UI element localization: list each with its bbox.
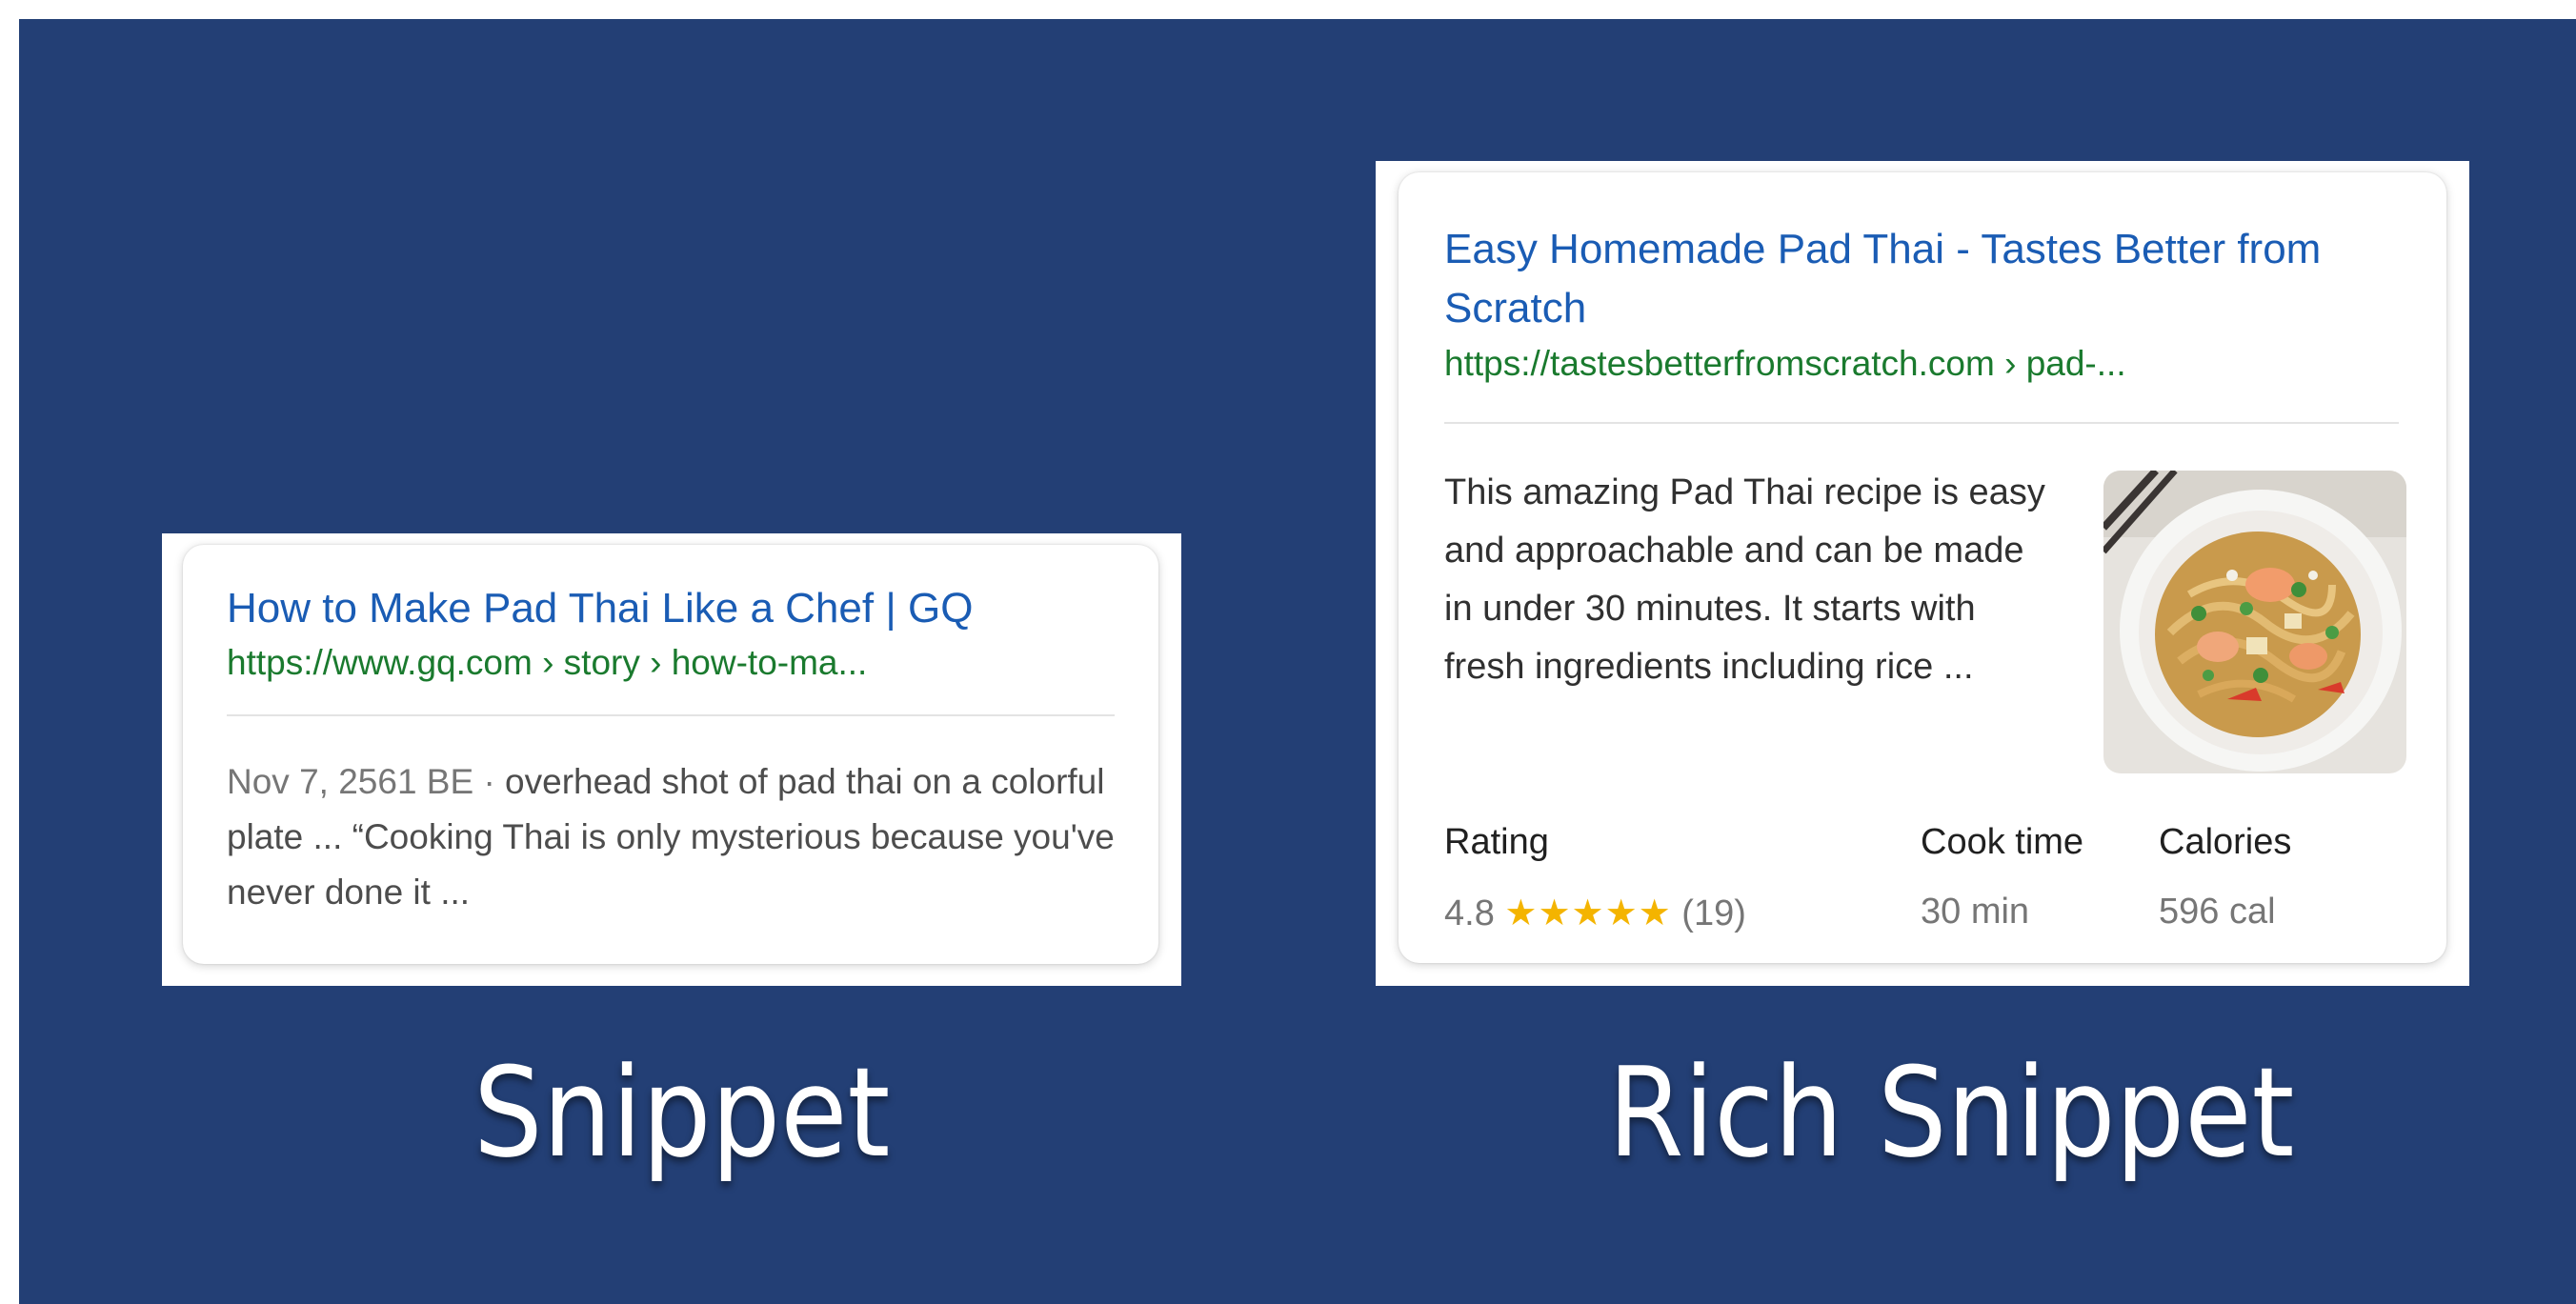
calories-value: 596 cal	[2159, 892, 2276, 932]
star-rating-icon: ★★★★★	[1504, 893, 1672, 933]
snippet-caption: Snippet	[473, 1040, 891, 1185]
snippet-frame: How to Make Pad Thai Like a Chef | GQ ht…	[162, 533, 1181, 986]
rating-value: 4.8 ★★★★★ (19)	[1444, 892, 1746, 934]
result-date: Nov 7, 2561 BE ·	[227, 762, 506, 801]
review-count: (19)	[1681, 893, 1746, 933]
result-url[interactable]: https://www.gq.com › story › how-to-ma..…	[227, 643, 867, 683]
rating-label: Rating	[1444, 822, 1549, 862]
result-url[interactable]: https://tastesbetterfromscratch.com › pa…	[1444, 344, 2126, 384]
result-description: Nov 7, 2561 BE · overhead shot of pad th…	[227, 754, 1122, 920]
calories-label: Calories	[2159, 822, 2292, 862]
rich-snippet-card: Easy Homemade Pad Thai - Tastes Better f…	[1399, 172, 2446, 963]
cook-time-label: Cook time	[1921, 822, 2084, 862]
snippet-card: How to Make Pad Thai Like a Chef | GQ ht…	[183, 545, 1158, 964]
result-title-link[interactable]: How to Make Pad Thai Like a Chef | GQ	[227, 585, 973, 632]
pad-thai-photo-icon[interactable]	[2103, 471, 2406, 773]
page-background: How to Make Pad Thai Like a Chef | GQ ht…	[19, 19, 2576, 1304]
rich-snippet-frame: Easy Homemade Pad Thai - Tastes Better f…	[1376, 161, 2469, 986]
rating-number: 4.8	[1444, 893, 1495, 933]
result-description: This amazing Pad Thai recipe is easy and…	[1444, 472, 2045, 687]
cook-time-value: 30 min	[1921, 892, 2030, 932]
divider	[227, 714, 1115, 716]
rich-snippet-caption: Rich Snippet	[1608, 1040, 2295, 1185]
result-title-link[interactable]: Easy Homemade Pad Thai - Tastes Better f…	[1444, 220, 2406, 338]
divider	[1444, 422, 2399, 424]
